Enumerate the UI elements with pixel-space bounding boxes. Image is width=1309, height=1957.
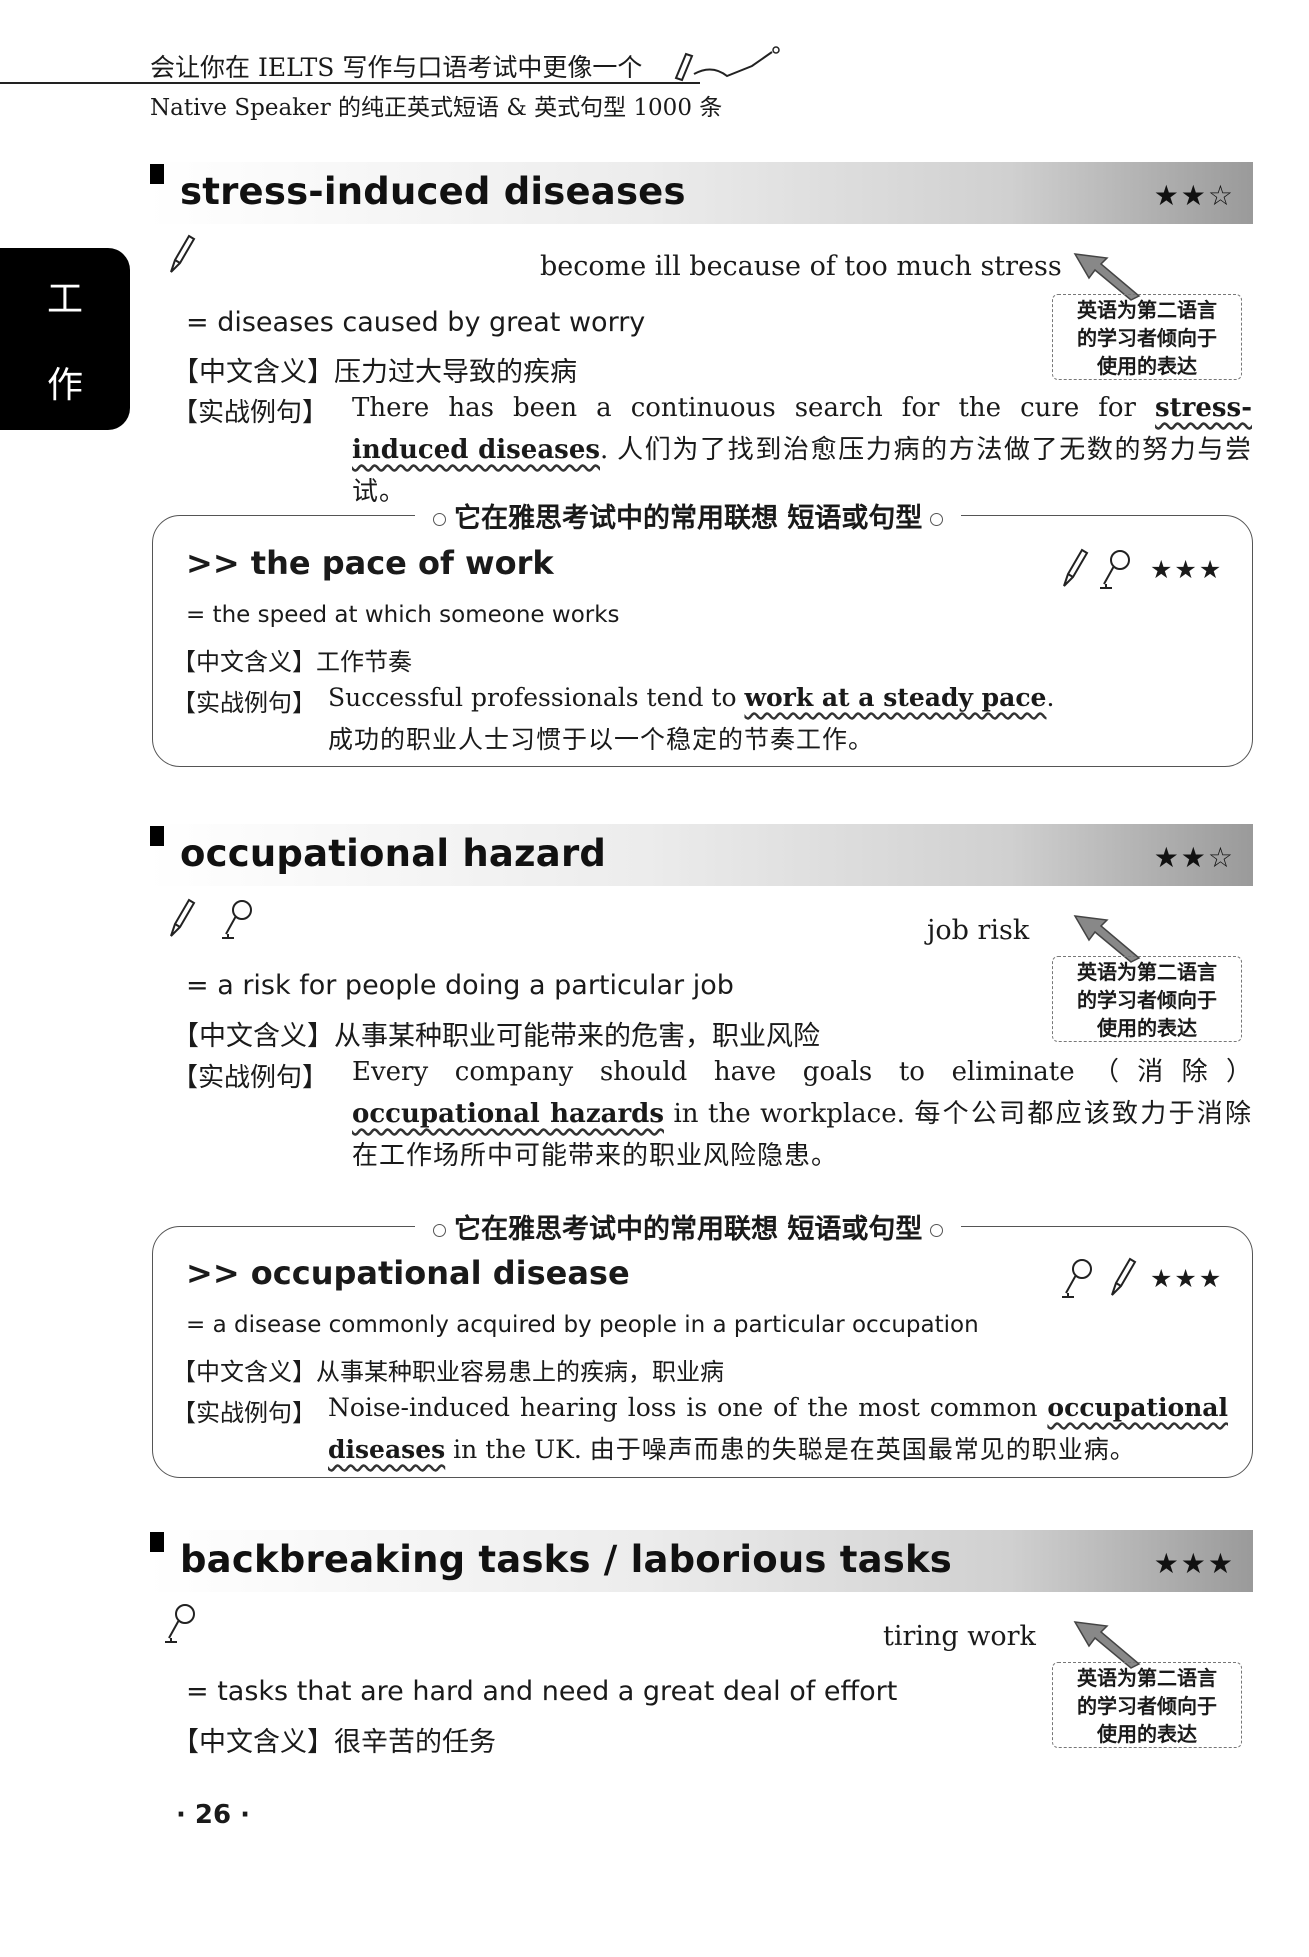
association-definition: = the speed at which someone works (186, 602, 620, 628)
entry-title: occupational hazard (180, 832, 607, 875)
association-heading: 它在雅思考试中的常用联想 短语或句型 (415, 496, 962, 535)
chinese-meaning-text: 工作节奏 (316, 648, 412, 676)
entry-gloss: tiring work (883, 1621, 1036, 1652)
example-text: . (1046, 683, 1055, 712)
example-sentence: There has been a continuous search for t… (352, 387, 1252, 513)
entry-definition: = a risk for people doing a particular j… (186, 970, 734, 1001)
page-number: · 26 · (176, 1800, 251, 1830)
entry-title: stress-induced diseases (180, 170, 686, 213)
note-line: 的学习者倾向于 (1077, 988, 1217, 1012)
chinese-meaning-label: 【中文含义】 (172, 648, 316, 676)
example-label: 【实战例句】 (172, 398, 329, 428)
example-text: Every company should have goals to elimi… (352, 1057, 1252, 1087)
example-label: 【实战例句】 (172, 1063, 329, 1093)
chinese-meaning-text: 很辛苦的任务 (334, 1727, 496, 1758)
example-text: Successful professionals tend to (328, 683, 745, 712)
example-text: Noise-induced hearing loss is one of the… (328, 1393, 1048, 1422)
chinese-meaning-label: 【中文含义】 (172, 1727, 334, 1758)
chinese-meaning-label: 【中文含义】 (172, 1358, 316, 1386)
heading-dot (930, 1224, 944, 1237)
bullet-square (150, 826, 164, 846)
note-line: 的学习者倾向于 (1077, 326, 1217, 350)
running-header-line2: Native Speaker 的纯正英式短语 & 英式句型 1000 条 (150, 95, 723, 121)
entry-title: backbreaking tasks / laborious tasks (180, 1538, 953, 1581)
chinese-meaning: 【中文含义】工作节奏 (172, 642, 412, 677)
star-rating: ★★★ (1150, 1264, 1224, 1293)
entry-definition: = diseases caused by great worry (186, 307, 646, 338)
star-rating: ★★★ (1150, 555, 1224, 584)
star-rating: ★★☆ (1153, 841, 1235, 874)
chinese-meaning-label: 【中文含义】 (172, 1021, 334, 1052)
side-tab-char: 工 (46, 279, 83, 320)
esl-expression-note: 英语为第二语言 的学习者倾向于 使用的表达 (1052, 294, 1242, 380)
chapter-side-tab: 工 作 (0, 248, 130, 430)
chinese-meaning-text: 从事某种职业可能带来的危害，职业风险 (334, 1021, 820, 1052)
running-header-line1: 会让你在 IELTS 写作与口语考试中更像一个 (150, 53, 643, 82)
chinese-meaning-label: 【中文含义】 (172, 357, 334, 388)
entry-title-band: stress-induced diseases ★★☆ (148, 162, 1253, 224)
example-sentence: Every company should have goals to elimi… (352, 1051, 1252, 1177)
pencil-icon (1111, 1257, 1137, 1296)
pencil-check-icon (674, 46, 780, 82)
microphone-icon (222, 900, 252, 939)
heading-dot (930, 513, 944, 526)
pencil-icon (1063, 548, 1089, 587)
entry-title-band: occupational hazard ★★☆ (148, 824, 1253, 886)
microphone-icon (1100, 550, 1130, 589)
chinese-meaning: 【中文含义】从事某种职业可能带来的危害，职业风险 (172, 1014, 820, 1053)
heading-dot (433, 513, 446, 526)
example-sentence: Noise-induced hearing loss is one of the… (328, 1387, 1228, 1471)
example-text: There has been a continuous search for t… (352, 393, 1156, 423)
chinese-meaning: 【中文含义】很辛苦的任务 (172, 1720, 496, 1759)
association-definition: = a disease commonly acquired by people … (186, 1312, 979, 1338)
example-label: 【实战例句】 (172, 689, 316, 717)
side-tab-char: 作 (46, 365, 83, 406)
association-heading-text: 它在雅思考试中的常用联想 短语或句型 (454, 1214, 923, 1245)
pencil-icon (170, 234, 196, 273)
esl-expression-note: 英语为第二语言 的学习者倾向于 使用的表达 (1052, 1662, 1242, 1748)
chinese-meaning: 【中文含义】压力过大导致的疾病 (172, 350, 577, 389)
chinese-meaning-text: 从事某种职业容易患上的疾病，职业病 (316, 1358, 724, 1386)
star-rating: ★★★ (1153, 1547, 1235, 1580)
chinese-meaning: 【中文含义】从事某种职业容易患上的疾病，职业病 (172, 1352, 724, 1387)
bullet-square (150, 1532, 164, 1552)
bullet-square (150, 164, 164, 184)
association-title: >> the pace of work (186, 544, 554, 582)
note-line: 使用的表达 (1097, 1016, 1197, 1040)
note-line: 英语为第二语言 (1077, 298, 1217, 322)
note-line: 使用的表达 (1097, 1722, 1197, 1746)
example-text: in the UK. (445, 1435, 590, 1464)
esl-expression-note: 英语为第二语言 的学习者倾向于 使用的表达 (1052, 956, 1242, 1042)
entry-gloss: job risk (927, 915, 1030, 946)
entry-definition: = tasks that are hard and need a great d… (186, 1676, 898, 1707)
association-title: >> occupational disease (186, 1254, 630, 1292)
example-text: . (600, 435, 618, 465)
example-label: 【实战例句】 (172, 1399, 316, 1427)
note-line: 英语为第二语言 (1077, 960, 1217, 984)
microphone-icon (165, 1604, 195, 1643)
microphone-icon (1062, 1259, 1092, 1298)
note-line: 的学习者倾向于 (1077, 1694, 1217, 1718)
example-text: in the workplace. (663, 1099, 915, 1129)
association-heading: 它在雅思考试中的常用联想 短语或句型 (415, 1207, 962, 1246)
star-rating: ★★☆ (1153, 179, 1235, 212)
note-line: 英语为第二语言 (1077, 1666, 1217, 1690)
header-rule (0, 82, 700, 84)
example-translation: 由于噪声而患的失聪是在英国最常见的职业病。 (589, 1435, 1136, 1464)
heading-dot (433, 1224, 446, 1237)
entry-title-band: backbreaking tasks / laborious tasks ★★★ (148, 1530, 1253, 1592)
example-highlight: occupational hazards (352, 1099, 664, 1129)
note-line: 使用的表达 (1097, 354, 1197, 378)
example-highlight: work at a steady pace (744, 683, 1047, 712)
example-translation: 成功的职业人士习惯于以一个稳定的节奏工作。 (328, 725, 875, 754)
association-heading-text: 它在雅思考试中的常用联想 短语或句型 (454, 503, 923, 534)
pencil-icon (170, 898, 196, 937)
example-sentence: Successful professionals tend to work at… (328, 677, 1228, 761)
chinese-meaning-text: 压力过大导致的疾病 (334, 357, 577, 388)
entry-gloss: become ill because of too much stress (540, 251, 1062, 282)
